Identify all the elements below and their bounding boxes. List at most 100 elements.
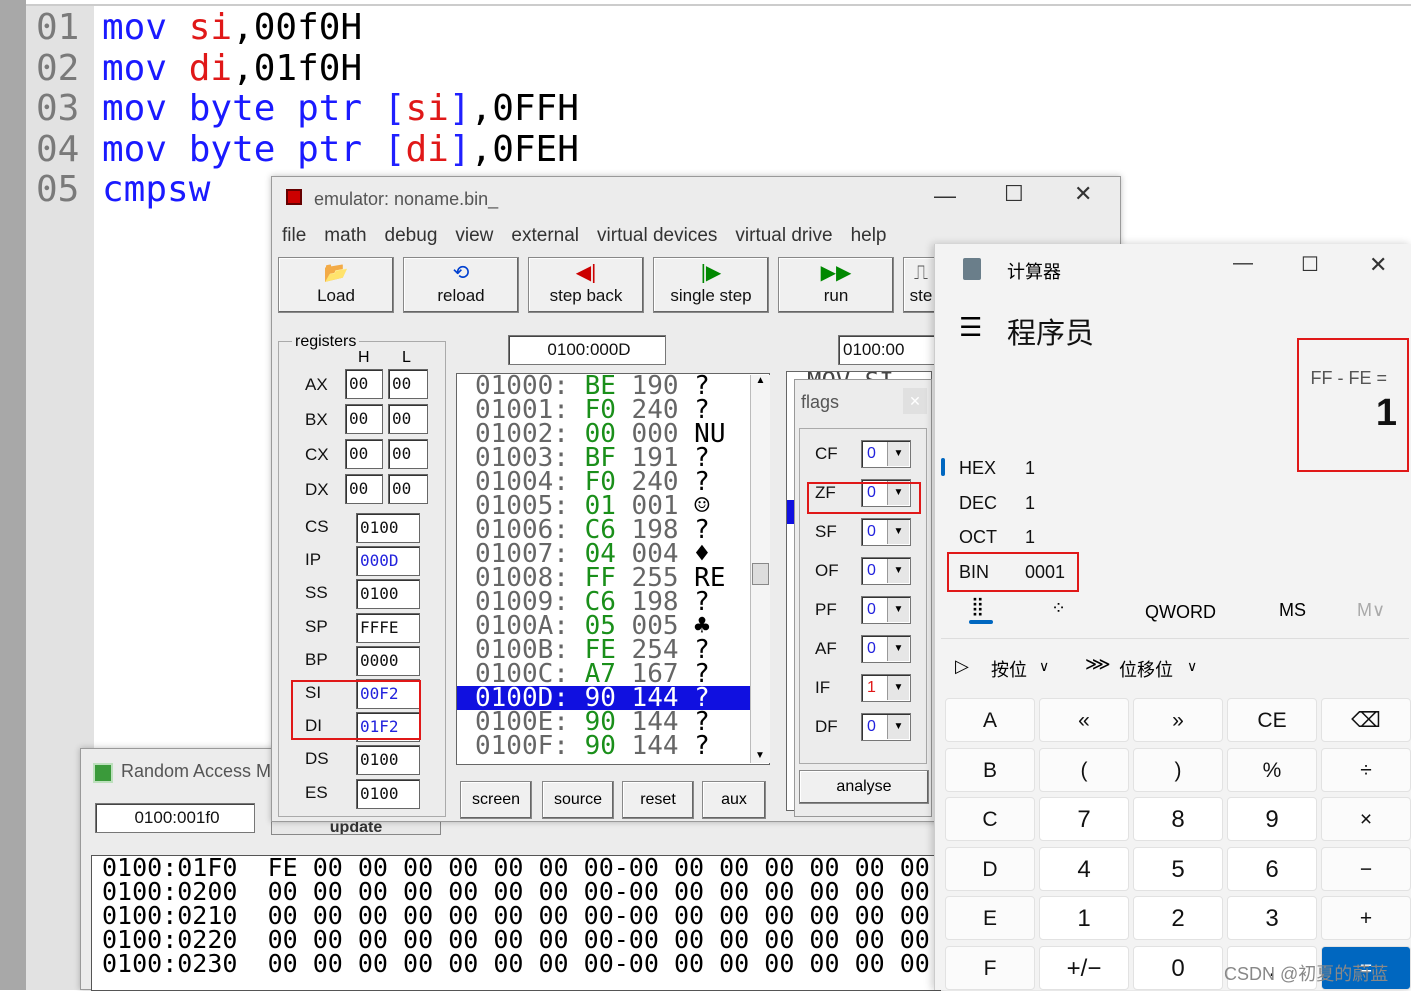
reg-bx-high[interactable]: 00 (345, 404, 383, 434)
operand: ,01f0H (232, 47, 363, 89)
full-keypad-icon[interactable]: ⣿ (971, 596, 984, 617)
aux-button[interactable]: aux (702, 781, 766, 819)
key-2-0[interactable]: C (945, 797, 1035, 841)
bitwise-dropdown[interactable]: 按位 (991, 656, 1027, 682)
key-4-3[interactable]: 3 (1227, 896, 1317, 940)
reload-button[interactable]: ⟲ reload (403, 257, 519, 313)
hamburger-icon[interactable]: ☰ (959, 312, 982, 343)
flag-af-select[interactable]: 0 ▼ (861, 635, 911, 663)
flag-value: 0 (867, 718, 876, 735)
minimize-icon[interactable]: — (934, 183, 956, 209)
menu-item-virtual-devices[interactable]: virtual devices (597, 225, 717, 246)
memory-scrollbar[interactable]: ▲ ▼ (750, 375, 770, 763)
key-5-2[interactable]: 0 (1133, 945, 1223, 990)
ram-address-input[interactable]: 0100:001f0 (95, 803, 255, 833)
maximize-icon[interactable]: ☐ (1004, 181, 1024, 207)
calc-maximize-icon[interactable]: ☐ (1301, 252, 1319, 277)
key-4-0[interactable]: E (945, 896, 1035, 940)
reg-ax-low[interactable]: 00 (388, 369, 428, 399)
menu-item-view[interactable]: view (455, 225, 493, 246)
key-0-1[interactable]: « (1039, 698, 1129, 742)
memory-row[interactable]: 0100F: 90 144 ? (457, 733, 769, 759)
key-2-3[interactable]: 9 (1227, 797, 1317, 841)
key-1-3[interactable]: % (1227, 747, 1317, 792)
reg-dx-high[interactable]: 00 (345, 474, 383, 504)
reg-cx-high[interactable]: 00 (345, 439, 383, 469)
key-3-1[interactable]: 4 (1039, 846, 1129, 891)
menu-item-virtual-drive[interactable]: virtual drive (735, 225, 832, 246)
reg-ip[interactable]: 000D (356, 546, 420, 577)
screen-button[interactable]: screen (460, 781, 532, 819)
single-step-button[interactable]: |▶ single step (653, 257, 769, 313)
flag-if-select[interactable]: 1 ▼ (861, 674, 911, 702)
calc-minimize-icon[interactable]: — (1233, 252, 1253, 275)
base-oct[interactable]: OCT 1 (959, 527, 1035, 548)
reg-es[interactable]: 0100 (356, 778, 420, 809)
key-3-4[interactable]: − (1321, 846, 1411, 891)
bit-toggle-icon[interactable]: ⁘ (1051, 598, 1066, 619)
flags-window[interactable]: flags ✕ CF 0 ▼ ZF 0 ▼ SF 0 ▼ OF 0 ▼ PF 0 ▼ AF 0 ▼ IF 1 ▼ DF 0 ▼… (794, 379, 932, 817)
calc-close-icon[interactable]: ✕ (1369, 252, 1387, 278)
bitshift-dropdown[interactable]: 位移位 (1119, 656, 1173, 682)
reg-bx-low[interactable]: 00 (388, 404, 428, 434)
flag-cf-select[interactable]: 0 ▼ (861, 440, 911, 468)
reg-label: DS (305, 749, 329, 769)
base-hex[interactable]: HEX 1 (959, 458, 1035, 479)
reg-ss[interactable]: 0100 (356, 579, 420, 610)
reg-sp[interactable]: FFFE (356, 612, 420, 643)
flag-df-select[interactable]: 0 ▼ (861, 713, 911, 741)
reg-ds[interactable]: 0100 (356, 745, 420, 776)
key-5-0[interactable]: F (945, 945, 1035, 990)
analyse-button[interactable]: analyse (799, 770, 929, 804)
key-4-2[interactable]: 2 (1133, 896, 1223, 940)
base-dec[interactable]: DEC 1 (959, 493, 1035, 514)
menu-item-help[interactable]: help (851, 225, 887, 246)
close-icon[interactable]: ✕ (1074, 181, 1092, 207)
calculator-window[interactable]: 计算器 — ☐ ✕ ☰ 程序员 FF - FE = 1 HEX 1 DEC 1 OCT 1… (934, 244, 1411, 990)
key-1-2[interactable]: ) (1133, 747, 1223, 792)
menu-item-debug[interactable]: debug (385, 225, 438, 246)
code-address-field[interactable]: 0100:000D (508, 335, 666, 365)
key-2-2[interactable]: 8 (1133, 797, 1223, 841)
menu-item-external[interactable]: external (511, 225, 579, 246)
reg-ax-high[interactable]: 00 (345, 369, 383, 399)
key-2-1[interactable]: 7 (1039, 797, 1129, 841)
key-4-1[interactable]: 1 (1039, 896, 1129, 940)
key-0-2[interactable]: » (1133, 698, 1223, 742)
key-1-1[interactable]: ( (1039, 747, 1129, 792)
flag-pf-select[interactable]: 0 ▼ (861, 596, 911, 624)
menu-item-file[interactable]: file (282, 225, 306, 246)
key-4-4[interactable]: + (1321, 896, 1411, 940)
word-size-button[interactable]: QWORD (1145, 602, 1216, 623)
reg-cx-low[interactable]: 00 (388, 439, 428, 469)
disasm-address-field[interactable]: 0100:00 (838, 335, 948, 365)
key-0-4[interactable]: ⌫ (1321, 698, 1411, 742)
Load-button[interactable]: 📂 Load (278, 257, 394, 313)
flag-sf-select[interactable]: 0 ▼ (861, 518, 911, 546)
reset-button[interactable]: reset (622, 781, 694, 819)
memory-list[interactable]: 01000: BE 190 ? 01001: F0 240 ? 01002: 00 … (456, 373, 770, 765)
calc-divider (941, 638, 1409, 639)
key-3-0[interactable]: D (945, 846, 1035, 891)
source-button[interactable]: source (542, 781, 614, 819)
menu-item-math[interactable]: math (324, 225, 366, 246)
memory-view-button[interactable]: M∨ (1357, 600, 1385, 621)
key-3-2[interactable]: 5 (1133, 846, 1223, 891)
flag-of-select[interactable]: 0 ▼ (861, 557, 911, 585)
key-3-3[interactable]: 6 (1227, 846, 1317, 891)
opcode: mov (102, 88, 168, 129)
reg-bp[interactable]: 0000 (356, 645, 420, 676)
key-0-0[interactable]: A (945, 698, 1035, 742)
run-button[interactable]: ▶▶ run (778, 257, 894, 313)
key-2-4[interactable]: × (1321, 797, 1411, 841)
reg-dx-low[interactable]: 00 (388, 474, 428, 504)
key-1-4[interactable]: ÷ (1321, 747, 1411, 792)
key-0-3[interactable]: CE (1227, 698, 1317, 742)
memory-store-button[interactable]: MS (1279, 600, 1306, 621)
flags-close-icon[interactable]: ✕ (903, 388, 927, 414)
key-5-1[interactable]: +/− (1039, 945, 1129, 990)
reg-cs[interactable]: 0100 (356, 513, 420, 543)
step-back-button[interactable]: ◀| step back (528, 257, 644, 313)
key-1-0[interactable]: B (945, 747, 1035, 792)
